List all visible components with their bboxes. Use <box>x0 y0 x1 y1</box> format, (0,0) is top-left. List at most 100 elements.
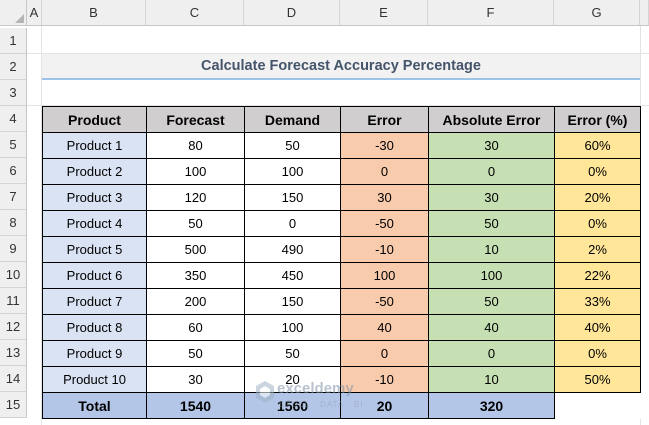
cell-forecast[interactable]: 30 <box>146 366 245 393</box>
table-row: Product 4 50 0 -50 50 0% <box>42 210 641 237</box>
cell-demand[interactable]: 0 <box>244 210 341 237</box>
cell-demand[interactable]: 100 <box>244 158 341 185</box>
column-header-f[interactable]: F <box>428 0 554 26</box>
cell-error-percent[interactable]: 2% <box>554 236 641 263</box>
column-header-c[interactable]: C <box>146 0 244 26</box>
row-header-6[interactable]: 6 <box>0 158 27 184</box>
table-row: Product 3 120 150 30 30 20% <box>42 184 641 211</box>
cell-error[interactable]: 30 <box>340 184 429 211</box>
column-header-b[interactable]: B <box>42 0 146 26</box>
cell-absolute-error[interactable]: 10 <box>428 236 555 263</box>
row-header-5[interactable]: 5 <box>0 132 27 158</box>
cell-forecast[interactable]: 350 <box>146 262 245 289</box>
cell-error-percent[interactable]: 20% <box>554 184 641 211</box>
cell-forecast[interactable]: 200 <box>146 288 245 315</box>
row-header-1[interactable]: 1 <box>0 28 27 54</box>
cell-error-percent[interactable]: 60% <box>554 132 641 159</box>
cell-product[interactable]: Product 4 <box>42 210 147 237</box>
cell-error[interactable]: -10 <box>340 236 429 263</box>
column-header-e[interactable]: E <box>340 0 428 26</box>
cell-error[interactable]: 0 <box>340 158 429 185</box>
cell-error[interactable]: -50 <box>340 210 429 237</box>
sheet-title[interactable]: Calculate Forecast Accuracy Percentage <box>42 54 640 80</box>
cell-error[interactable]: -50 <box>340 288 429 315</box>
cell-error[interactable]: 40 <box>340 314 429 341</box>
cell-absolute-error[interactable]: 30 <box>428 184 555 211</box>
cell-total-forecast[interactable]: 1540 <box>146 392 245 419</box>
header-absolute-error[interactable]: Absolute Error <box>428 106 555 133</box>
row-header-4[interactable]: 4 <box>0 106 27 132</box>
row-header-2[interactable]: 2 <box>0 54 27 80</box>
select-all-corner[interactable] <box>0 0 27 26</box>
header-error-percent[interactable]: Error (%) <box>554 106 641 133</box>
cell-error-percent[interactable]: 0% <box>554 210 641 237</box>
cell-demand[interactable]: 150 <box>244 184 341 211</box>
row-header-12[interactable]: 12 <box>0 314 27 340</box>
cell-forecast[interactable]: 60 <box>146 314 245 341</box>
header-forecast[interactable]: Forecast <box>146 106 245 133</box>
cell-demand[interactable]: 100 <box>244 314 341 341</box>
cell-forecast[interactable]: 120 <box>146 184 245 211</box>
row-header-10[interactable]: 10 <box>0 262 27 288</box>
cell-error-percent[interactable]: 22% <box>554 262 641 289</box>
cell-demand[interactable]: 50 <box>244 132 341 159</box>
cell-product[interactable]: Product 7 <box>42 288 147 315</box>
header-demand[interactable]: Demand <box>244 106 341 133</box>
cell-error[interactable]: -30 <box>340 132 429 159</box>
cell-total-absolute-error[interactable]: 320 <box>428 392 555 419</box>
cell-error[interactable]: -10 <box>340 366 429 393</box>
column-header-g[interactable]: G <box>554 0 640 26</box>
cell-empty[interactable] <box>554 392 641 419</box>
cell-product[interactable]: Product 9 <box>42 340 147 367</box>
row-header-14[interactable]: 14 <box>0 366 27 392</box>
cell-absolute-error[interactable]: 30 <box>428 132 555 159</box>
cell-product[interactable]: Product 6 <box>42 262 147 289</box>
cell-product[interactable]: Product 8 <box>42 314 147 341</box>
cell-forecast[interactable]: 100 <box>146 158 245 185</box>
cell-error-percent[interactable]: 40% <box>554 314 641 341</box>
cell-product[interactable]: Product 10 <box>42 366 147 393</box>
cell-forecast[interactable]: 50 <box>146 210 245 237</box>
cell-forecast[interactable]: 80 <box>146 132 245 159</box>
cell-product[interactable]: Product 1 <box>42 132 147 159</box>
cell-absolute-error[interactable]: 40 <box>428 314 555 341</box>
cell-demand[interactable]: 450 <box>244 262 341 289</box>
cell-error-percent[interactable]: 50% <box>554 366 641 393</box>
cell-absolute-error[interactable]: 100 <box>428 262 555 289</box>
row-header-15[interactable]: 15 <box>0 392 27 418</box>
header-product[interactable]: Product <box>42 106 147 133</box>
cell-error-percent[interactable]: 0% <box>554 158 641 185</box>
row-header-7[interactable]: 7 <box>0 184 27 210</box>
cell-forecast[interactable]: 500 <box>146 236 245 263</box>
row-header-8[interactable]: 8 <box>0 210 27 236</box>
cell-error-percent[interactable]: 33% <box>554 288 641 315</box>
cell-error[interactable]: 0 <box>340 340 429 367</box>
cell-absolute-error[interactable]: 0 <box>428 340 555 367</box>
row-header-13[interactable]: 13 <box>0 340 27 366</box>
cell-absolute-error[interactable]: 50 <box>428 288 555 315</box>
row-header-3[interactable]: 3 <box>0 80 27 106</box>
column-header-d[interactable]: D <box>244 0 340 26</box>
cell-absolute-error[interactable]: 0 <box>428 158 555 185</box>
cell-product[interactable]: Product 5 <box>42 236 147 263</box>
cell-demand[interactable]: 150 <box>244 288 341 315</box>
cell-absolute-error[interactable]: 50 <box>428 210 555 237</box>
row-header-11[interactable]: 11 <box>0 288 27 314</box>
cell-error[interactable]: 100 <box>340 262 429 289</box>
column-header-a[interactable]: A <box>27 0 42 26</box>
header-error[interactable]: Error <box>340 106 429 133</box>
column-header-next[interactable] <box>640 0 649 26</box>
cell-forecast[interactable]: 50 <box>146 340 245 367</box>
row-header-9[interactable]: 9 <box>0 236 27 262</box>
table-row: Product 1 80 50 -30 30 60% <box>42 132 641 159</box>
cell-total-label[interactable]: Total <box>42 392 147 419</box>
cell-demand[interactable]: 50 <box>244 340 341 367</box>
cell-demand[interactable]: 20 <box>244 366 341 393</box>
cell-total-demand[interactable]: 1560 <box>244 392 341 419</box>
cell-product[interactable]: Product 3 <box>42 184 147 211</box>
cell-total-error[interactable]: 20 <box>340 392 429 419</box>
cell-error-percent[interactable]: 0% <box>554 340 641 367</box>
cell-absolute-error[interactable]: 10 <box>428 366 555 393</box>
cell-product[interactable]: Product 2 <box>42 158 147 185</box>
cell-demand[interactable]: 490 <box>244 236 341 263</box>
